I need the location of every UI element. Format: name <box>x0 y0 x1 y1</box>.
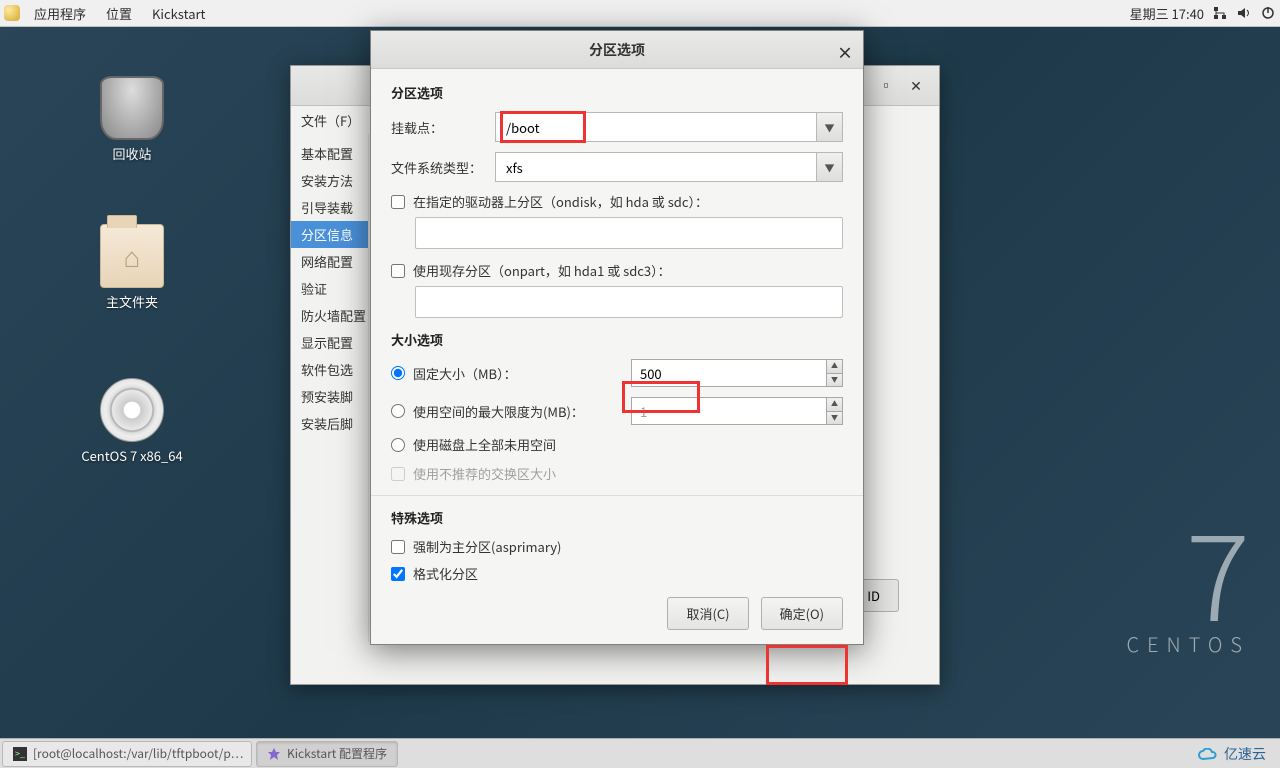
fill-disk-label: 使用磁盘上全部未用空间 <box>413 435 556 454</box>
sidebar-item[interactable]: 网络配置 <box>291 248 368 275</box>
sidebar-item[interactable]: 安装后脚 <box>291 410 368 437</box>
fs-type-input[interactable] <box>495 152 817 182</box>
activities-icon[interactable] <box>4 5 20 21</box>
dialog-titlebar: 分区选项 × <box>371 31 863 69</box>
maximize-button[interactable]: ▫ <box>871 74 901 98</box>
fill-disk-radio[interactable] <box>391 438 405 452</box>
fixed-size-label: 固定大小（MB）： <box>413 364 517 383</box>
power-icon[interactable] <box>1260 5 1276 21</box>
task-kickstart[interactable]: Kickstart 配置程序 <box>256 741 398 767</box>
network-icon[interactable] <box>1212 5 1228 21</box>
partition-options-dialog: 分区选项 × 分区选项 挂载点： ▼ 文件系统类型： ▼ 在指定的驱动器上分区（… <box>370 30 864 645</box>
volume-icon[interactable] <box>1236 5 1252 21</box>
sidebar-item[interactable]: 引导装载 <box>291 194 368 221</box>
close-button[interactable]: ✕ <box>901 74 931 98</box>
max-size-radio[interactable] <box>391 404 405 418</box>
swap-checkbox <box>391 467 405 481</box>
chevron-down-icon[interactable]: ▼ <box>817 112 843 142</box>
mount-point-label: 挂载点： <box>391 118 495 137</box>
ok-button[interactable]: 确定(O) <box>761 597 843 630</box>
svg-text:>_: >_ <box>15 747 25 760</box>
section-special-title: 特殊选项 <box>391 508 843 527</box>
disc-label: CentOS 7 x86_64 <box>60 446 204 465</box>
ondisk-checkbox[interactable] <box>391 195 405 209</box>
trash-label: 回收站 <box>72 144 192 163</box>
asprimary-label: 强制为主分区(asprimary) <box>413 537 561 556</box>
sidebar-item[interactable]: 验证 <box>291 275 368 302</box>
mount-point-input[interactable] <box>495 112 817 142</box>
fs-type-combo[interactable]: ▼ <box>495 152 843 182</box>
chevron-down-icon[interactable]: ▼ <box>817 152 843 182</box>
taskbar: >_ [root@localhost:/var/lib/tftpboot/p… … <box>0 738 1280 768</box>
format-checkbox[interactable] <box>391 567 405 581</box>
clock[interactable]: 星期三 17:40 <box>1130 4 1204 23</box>
sidebar-item[interactable]: 分区信息 <box>291 221 368 248</box>
kickstart-icon <box>267 747 281 761</box>
centos-disc-icon[interactable]: CentOS 7 x86_64 <box>60 378 204 465</box>
section-size-title: 大小选项 <box>391 330 843 349</box>
home-folder-icon[interactable]: 主文件夹 <box>72 224 192 311</box>
cancel-button[interactable]: 取消(C) <box>667 597 748 630</box>
fixed-size-input[interactable] <box>631 359 827 387</box>
close-icon[interactable]: × <box>837 40 853 64</box>
trash-icon[interactable]: 回收站 <box>72 76 192 163</box>
mount-point-combo[interactable]: ▼ <box>495 112 843 142</box>
app-menu[interactable]: Kickstart <box>142 0 215 27</box>
onpart-label: 使用现存分区（onpart，如 hda1 或 sdc3）： <box>413 261 671 280</box>
ondisk-input[interactable] <box>415 217 843 249</box>
task-kickstart-label: Kickstart 配置程序 <box>287 745 387 762</box>
onpart-checkbox[interactable] <box>391 264 405 278</box>
section-partition-title: 分区选项 <box>391 83 843 102</box>
max-size-label: 使用空间的最大限度为(MB)： <box>413 402 584 421</box>
sidebar-item[interactable]: 安装方法 <box>291 167 368 194</box>
dialog-title: 分区选项 <box>589 40 645 60</box>
cloud-icon <box>1198 747 1218 761</box>
terminal-icon: >_ <box>13 747 27 761</box>
format-label: 格式化分区 <box>413 564 478 583</box>
onpart-input[interactable] <box>415 286 843 318</box>
max-size-stepper: ▲▼ <box>827 397 843 425</box>
watermark: 亿速云 <box>1184 740 1280 768</box>
sidebar: 基本配置安装方法引导装载分区信息网络配置验证防火墙配置显示配置软件包选预安装脚安… <box>291 134 369 642</box>
fixed-size-radio[interactable] <box>391 366 405 380</box>
max-size-input <box>631 397 827 425</box>
task-terminal-label: [root@localhost:/var/lib/tftpboot/p… <box>33 745 243 762</box>
centos-branding: 7 CENTOS <box>1127 509 1250 658</box>
asprimary-checkbox[interactable] <box>391 540 405 554</box>
ondisk-label: 在指定的驱动器上分区（ondisk，如 hda 或 sdc）： <box>413 192 708 211</box>
fs-type-label: 文件系统类型： <box>391 158 495 177</box>
places-menu[interactable]: 位置 <box>96 0 142 27</box>
sidebar-item[interactable]: 软件包选 <box>291 356 368 383</box>
sidebar-item[interactable]: 防火墙配置 <box>291 302 368 329</box>
file-menu[interactable]: 文件（F） <box>301 111 360 130</box>
fixed-size-stepper[interactable]: ▲▼ <box>827 359 843 387</box>
task-terminal[interactable]: >_ [root@localhost:/var/lib/tftpboot/p… <box>2 741 252 767</box>
sidebar-item[interactable]: 基本配置 <box>291 140 368 167</box>
home-label: 主文件夹 <box>72 292 192 311</box>
sidebar-item[interactable]: 预安装脚 <box>291 383 368 410</box>
swap-label: 使用不推荐的交换区大小 <box>413 464 556 483</box>
top-panel: 应用程序 位置 Kickstart 星期三 17:40 <box>0 0 1280 27</box>
sidebar-item[interactable]: 显示配置 <box>291 329 368 356</box>
applications-menu[interactable]: 应用程序 <box>24 0 96 27</box>
